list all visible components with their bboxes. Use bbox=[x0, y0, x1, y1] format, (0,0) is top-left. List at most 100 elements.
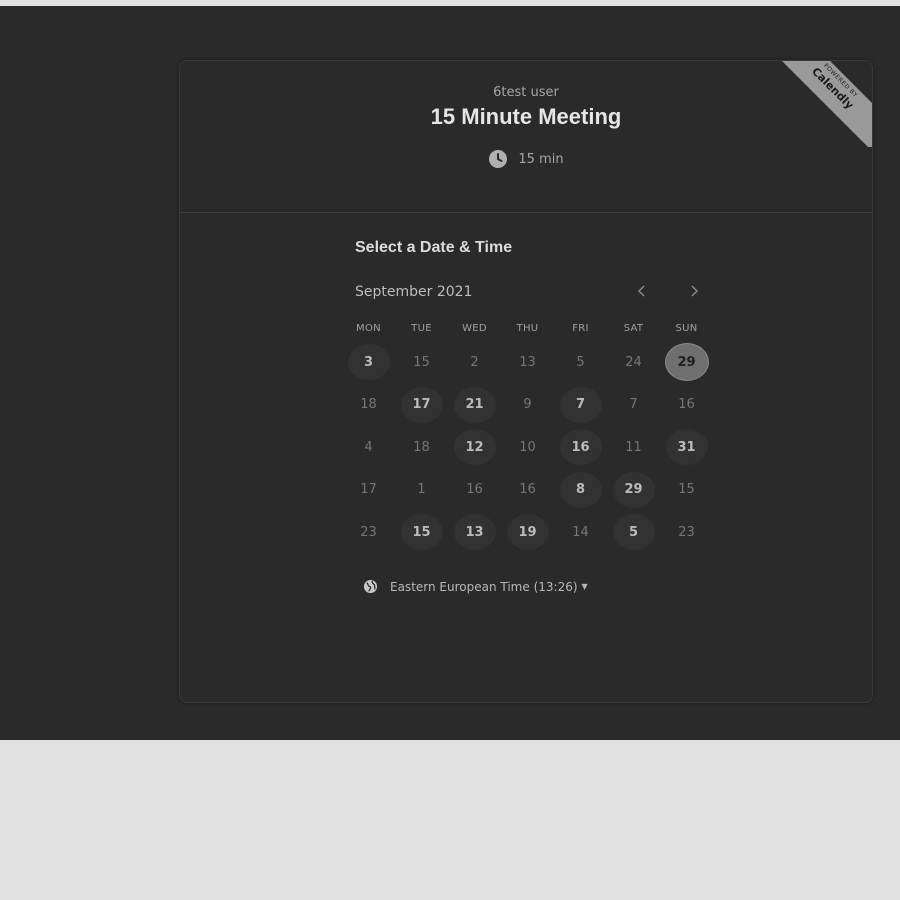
weekday-label: WED bbox=[462, 323, 487, 334]
calendar-week-row: 18 17 21 9 7 7 16 bbox=[342, 384, 713, 427]
weekday-label: TUE bbox=[411, 323, 432, 334]
calendar-day-available[interactable]: 21 bbox=[453, 386, 496, 423]
calendar-day-cell: 5 bbox=[554, 344, 607, 380]
calendar-day-unavailable: 10 bbox=[519, 439, 536, 455]
calendar-day-cell: 17 bbox=[395, 386, 448, 423]
weekday-label: MON bbox=[356, 323, 381, 334]
calendar-day-selected[interactable]: 29 bbox=[665, 344, 708, 381]
calendar-day-cell: 11 bbox=[607, 429, 660, 465]
event-header: 6test user 15 Minute Meeting 15 min bbox=[180, 61, 872, 213]
calendar-day-available[interactable]: 13 bbox=[453, 514, 496, 551]
calendar-day-cell: 15 bbox=[660, 472, 713, 508]
calendar-day-cell: 10 bbox=[501, 429, 554, 465]
event-duration: 15 min bbox=[180, 149, 872, 169]
weekday-label: FRI bbox=[572, 323, 589, 334]
calendar-day-available[interactable]: 3 bbox=[347, 344, 390, 381]
calendar-day-unavailable: 18 bbox=[360, 397, 377, 413]
calendar-day-cell: 9 bbox=[501, 387, 554, 423]
prev-month-button[interactable] bbox=[630, 279, 654, 305]
calendar-day-cell: 16 bbox=[660, 387, 713, 423]
calendar-day-unavailable: 16 bbox=[678, 397, 695, 413]
calendar-day-cell: 13 bbox=[501, 344, 554, 380]
calendar-day-cell: 13 bbox=[448, 514, 501, 551]
calendar-day-available[interactable]: 16 bbox=[559, 429, 602, 466]
weekday-label: SAT bbox=[623, 323, 644, 334]
calendar-day-cell: 16 bbox=[448, 472, 501, 508]
duration-label: 15 min bbox=[518, 151, 564, 167]
calendar-day-cell: 18 bbox=[395, 429, 448, 465]
globe-icon bbox=[363, 579, 378, 594]
calendar-day-cell: 4 bbox=[342, 429, 395, 465]
calendar-day-cell: 19 bbox=[501, 514, 554, 551]
chevron-left-icon bbox=[637, 285, 645, 297]
calendar-day-unavailable: 2 bbox=[470, 354, 479, 370]
calendar-day-cell: 14 bbox=[554, 514, 607, 550]
calendar-day-cell: 16 bbox=[501, 472, 554, 508]
calendar-day-cell: 23 bbox=[660, 514, 713, 550]
calendar-day-unavailable: 9 bbox=[523, 397, 532, 413]
host-name: 6test user bbox=[493, 85, 559, 100]
calendar-day-cell: 16 bbox=[554, 429, 607, 466]
calendar-day-available[interactable]: 17 bbox=[400, 386, 443, 423]
next-month-button[interactable] bbox=[682, 279, 706, 305]
event-title: 15 Minute Meeting bbox=[430, 104, 622, 129]
calendar-week-row: 23 15 13 19 14 5 23 bbox=[342, 511, 713, 554]
calendar-day-cell: 12 bbox=[448, 429, 501, 466]
weekday-label: THU bbox=[516, 323, 539, 334]
calendar-day-unavailable: 16 bbox=[519, 482, 536, 498]
calendar-day-unavailable: 11 bbox=[625, 439, 642, 455]
calendar-day-cell: 17 bbox=[342, 472, 395, 508]
calendar-day-cell: 5 bbox=[607, 514, 660, 551]
calendar-day-available[interactable]: 15 bbox=[400, 514, 443, 551]
chevron-right-icon bbox=[691, 285, 699, 297]
calendar-day-available[interactable]: 7 bbox=[559, 386, 602, 423]
calendar-day-cell: 18 bbox=[342, 387, 395, 423]
calendar-day-unavailable: 15 bbox=[413, 354, 430, 370]
calendar-day-available[interactable]: 31 bbox=[665, 429, 708, 466]
calendar-grid: MON TUE WED THU FRI SAT SUN 3 15 2 13 5 24 29 18 17 21 9… bbox=[342, 323, 713, 554]
calendar-day-cell: 7 bbox=[554, 386, 607, 423]
timezone-selector[interactable]: Eastern European Time (13:26) ▼ bbox=[363, 579, 588, 594]
calendar-day-cell: 23 bbox=[342, 514, 395, 550]
month-label: September 2021 bbox=[355, 284, 473, 300]
calendar-day-cell: 31 bbox=[660, 429, 713, 466]
booking-card: POWERED BY Calendly 6test user 15 Minute… bbox=[179, 60, 873, 703]
calendar-day-cell: 2 bbox=[448, 344, 501, 380]
calendar-day-unavailable: 13 bbox=[519, 354, 536, 370]
calendar-day-cell: 21 bbox=[448, 386, 501, 423]
calendar-day-cell: 8 bbox=[554, 471, 607, 508]
calendar-day-unavailable: 23 bbox=[678, 524, 695, 540]
calendar-day-cell: 15 bbox=[395, 514, 448, 551]
calendar-day-unavailable: 14 bbox=[572, 524, 589, 540]
calendar-day-unavailable: 24 bbox=[625, 354, 642, 370]
calendar-day-unavailable: 5 bbox=[576, 354, 585, 370]
timezone-label: Eastern European Time (13:26) bbox=[390, 579, 578, 594]
weekday-label: SUN bbox=[675, 323, 698, 334]
section-title: Select a Date & Time bbox=[355, 239, 513, 256]
calendar-week-row: 17 1 16 16 8 29 15 bbox=[342, 469, 713, 512]
calendar-day-cell: 7 bbox=[607, 387, 660, 423]
calendar-week-row: 3 15 2 13 5 24 29 bbox=[342, 341, 713, 384]
calendar-day-cell: 24 bbox=[607, 344, 660, 380]
calendar-day-cell: 29 bbox=[607, 471, 660, 508]
caret-down-icon: ▼ bbox=[581, 582, 588, 591]
calendar-day-unavailable: 7 bbox=[629, 397, 638, 413]
calendar-day-unavailable: 15 bbox=[678, 482, 695, 498]
calendar-day-unavailable: 17 bbox=[360, 482, 377, 498]
clock-icon bbox=[488, 149, 508, 169]
calendar-day-available[interactable]: 8 bbox=[559, 471, 602, 508]
weekday-header-row: MON TUE WED THU FRI SAT SUN bbox=[342, 323, 713, 337]
calendar-day-unavailable: 1 bbox=[417, 482, 426, 498]
calendar-day-unavailable: 16 bbox=[466, 482, 483, 498]
calendar-day-unavailable: 23 bbox=[360, 524, 377, 540]
calendar-day-unavailable: 18 bbox=[413, 439, 430, 455]
calendar-day-available[interactable]: 12 bbox=[453, 429, 496, 466]
calendar-day-cell: 3 bbox=[342, 344, 395, 381]
calendar-day-cell: 1 bbox=[395, 472, 448, 508]
calendar-day-cell: 29 bbox=[660, 344, 713, 381]
calendar-day-cell: 15 bbox=[395, 344, 448, 380]
calendar-day-available[interactable]: 19 bbox=[506, 514, 549, 551]
calendar-day-available[interactable]: 5 bbox=[612, 514, 655, 551]
calendar-day-available[interactable]: 29 bbox=[612, 471, 655, 508]
calendar-day-unavailable: 4 bbox=[364, 439, 373, 455]
